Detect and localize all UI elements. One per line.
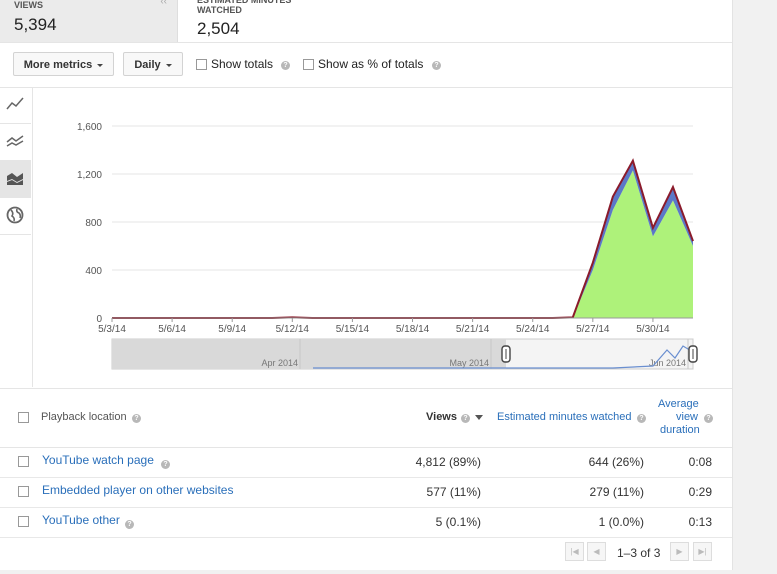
x-tick-label: 5/30/14 [636,324,670,335]
help-icon[interactable]: ? [637,414,646,423]
chart-type-sidebar [0,87,33,387]
row-checkbox[interactable] [18,456,29,467]
row-location-link[interactable]: YouTube other [42,513,120,527]
help-icon[interactable]: ? [132,414,141,423]
row-avg: 0:29 [688,485,712,499]
row-avg: 0:13 [688,515,712,529]
show-pct-checkbox[interactable] [303,59,314,70]
help-icon[interactable]: ? [432,61,441,70]
table-header: Playback location ? Views ? Estimated mi… [0,388,732,448]
more-metrics-label: More metrics [23,59,93,71]
next-page-button[interactable]: ▶ [670,542,689,561]
metric-value: 2,504 [197,19,240,38]
chart-toolbar: More metrics Daily Show totals ? Show as… [0,43,732,88]
show-totals-label: Show totals [211,57,274,71]
line-chart-icon [6,97,24,110]
table-row: Embedded player on other websites 577 (1… [0,477,732,508]
x-tick-label: 5/6/14 [158,324,186,335]
metric-value: 5,394 [14,15,57,34]
header-avg-line3[interactable]: duration [660,424,700,436]
header-avg-line1[interactable]: Average [658,398,699,410]
show-pct-label: Show as % of totals [318,57,424,71]
header-minutes[interactable]: Estimated minutes watched [497,411,632,423]
interval-dropdown[interactable]: Daily [123,52,183,76]
help-icon[interactable]: ? [161,460,170,469]
interval-label: Daily [134,59,161,71]
metric-label: ESTIMATED MINUTES WATCHED [197,0,292,15]
views-area-chart: 04008001,2001,6005/3/14 5/6/14 5/9/14 5/12/… [77,122,698,370]
row-location-link[interactable]: YouTube watch page [42,453,154,467]
table-row: YouTube other ? 5 (0.1%) 1 (0.0%) 0:13 [0,507,732,538]
navigator-label: Apr 2014 [261,358,298,368]
header-location[interactable]: Playback location [41,411,127,423]
show-totals-checkbox[interactable] [196,59,207,70]
x-tick-label: 5/9/14 [218,324,246,335]
metric-label: VIEWS [14,0,44,10]
pager-range: 1–3 of 3 [617,546,661,560]
globe-icon [6,206,24,224]
row-minutes: 1 (0.0%) [598,515,644,529]
analytics-panel: VIEWS 5,394 ‹‹ ESTIMATED MINUTES WATCHED… [0,0,733,570]
row-minutes: 279 (11%) [589,485,644,499]
navigator-mask [112,339,506,369]
y-tick-label: 1,600 [77,122,102,133]
x-tick-label: 5/18/14 [396,324,430,335]
help-icon[interactable]: ? [281,61,290,70]
y-tick-label: 400 [85,266,102,277]
multi-line-chart-icon [6,135,24,147]
x-tick-label: 5/24/14 [516,324,550,335]
y-tick-label: 1,200 [77,170,102,181]
x-tick-label: 5/3/14 [98,324,126,335]
row-location-link[interactable]: Embedded player on other websites [42,483,233,497]
row-views: 4,812 (89%) [415,455,481,469]
first-page-button[interactable]: |◀ [565,542,584,561]
chevron-down-icon [165,63,172,67]
x-tick-label: 5/27/14 [576,324,610,335]
stacked-area-icon [7,173,23,185]
last-page-button[interactable]: ▶| [693,542,712,561]
x-tick-label: 5/12/14 [276,324,310,335]
y-tick-label: 800 [85,218,102,229]
row-checkbox[interactable] [18,516,29,527]
metric-tabs: VIEWS 5,394 ‹‹ ESTIMATED MINUTES WATCHED… [0,0,732,43]
row-views: 5 (0.1%) [435,515,481,529]
row-views: 577 (11%) [426,485,481,499]
table-row: YouTube watch page ? 4,812 (89%) 644 (26… [0,447,732,478]
more-metrics-button[interactable]: More metrics [13,52,114,76]
chevron-down-icon [97,63,104,67]
stacked-area-chart-button[interactable] [0,161,31,198]
map-view-button[interactable] [0,198,31,235]
help-icon[interactable]: ? [461,414,470,423]
header-avg-line2[interactable]: view [676,411,698,423]
metric-tab-minutes[interactable]: ESTIMATED MINUTES WATCHED 2,504 [178,0,378,42]
row-checkbox[interactable] [18,486,29,497]
sort-desc-icon[interactable] [475,415,483,420]
metric-tab-views[interactable]: VIEWS 5,394 ‹‹ [0,0,178,42]
grip-icon: ‹‹ [160,0,167,7]
line-chart-button[interactable] [0,87,31,124]
select-all-checkbox[interactable] [18,412,29,423]
multi-line-chart-button[interactable] [0,124,31,161]
help-icon[interactable]: ? [704,414,713,423]
x-tick-label: 5/15/14 [336,324,370,335]
prev-page-button[interactable]: ◀ [587,542,606,561]
help-icon[interactable]: ? [125,520,134,529]
row-avg: 0:08 [688,455,712,469]
row-minutes: 644 (26%) [588,455,644,469]
header-views[interactable]: Views [426,411,457,423]
series-area-0 [112,170,693,318]
x-tick-label: 5/21/14 [456,324,490,335]
navigator-label: May 2014 [449,358,489,368]
navigator-label: Jun 2014 [649,358,686,368]
